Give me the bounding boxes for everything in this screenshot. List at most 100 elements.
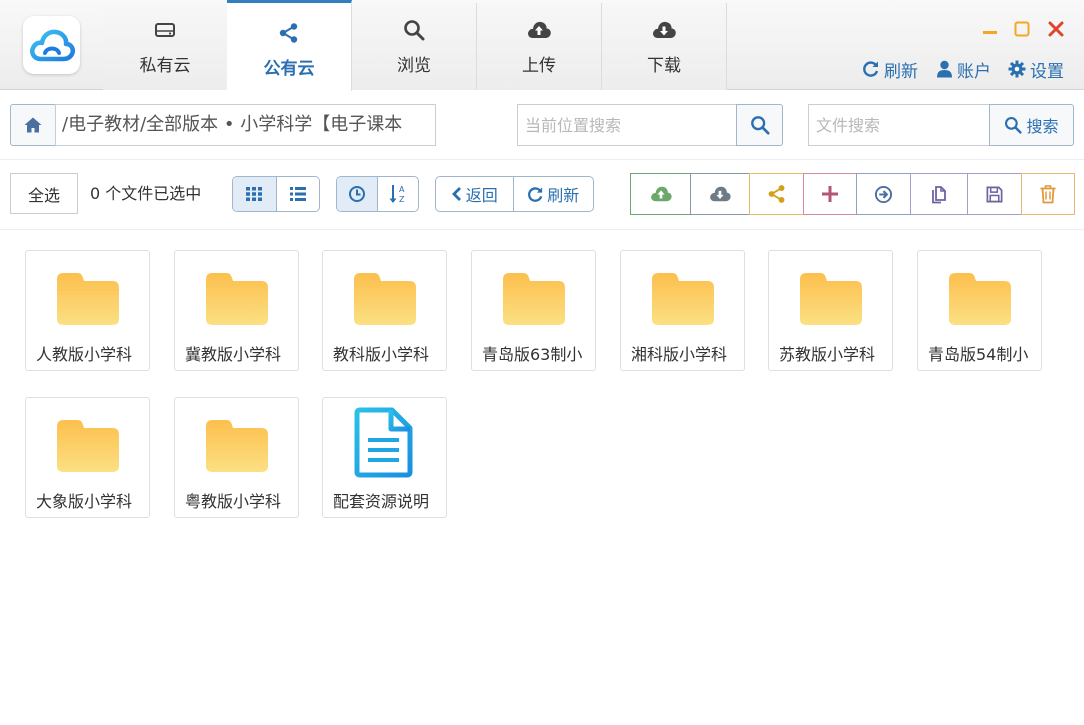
- cloud-upload-icon: [526, 17, 552, 43]
- sort-by-time-button[interactable]: [337, 177, 378, 211]
- tab-private-cloud[interactable]: 私有云: [103, 3, 228, 90]
- close-icon: [1048, 21, 1064, 37]
- document-icon: [323, 407, 446, 478]
- sort-group: AZ: [336, 176, 419, 212]
- search-icon: [1005, 116, 1023, 134]
- file-search-label: 搜索: [1026, 117, 1059, 136]
- new-folder-button[interactable]: [803, 173, 856, 215]
- share-button[interactable]: [749, 173, 803, 215]
- title-bar: 私有云 公有云 浏览 上传 下载 刷新 账户 设置: [0, 0, 1084, 91]
- tab-label: 浏览: [397, 56, 431, 76]
- tab-upload[interactable]: 上传: [477, 3, 602, 90]
- back-label: 返回: [465, 186, 498, 205]
- upload-button[interactable]: [630, 173, 690, 215]
- tab-download[interactable]: 下载: [602, 3, 727, 90]
- save-icon: [986, 186, 1003, 202]
- location-search-button[interactable]: [736, 104, 783, 146]
- file-item[interactable]: 苏教版小学科: [768, 250, 893, 371]
- file-name: 苏教版小学科: [779, 345, 876, 364]
- tab-public-cloud[interactable]: 公有云: [227, 0, 352, 91]
- folder-icon: [175, 265, 298, 327]
- folder-icon: [26, 265, 149, 327]
- maximize-icon: [1014, 21, 1030, 37]
- settings-label: 设置: [1030, 61, 1064, 82]
- refresh-button[interactable]: 刷新: [514, 177, 593, 211]
- tab-label: 私有云: [139, 56, 191, 76]
- file-item[interactable]: 大象版小学科: [25, 397, 150, 518]
- file-search-button[interactable]: 搜索: [989, 104, 1074, 146]
- svg-text:Z: Z: [399, 195, 405, 204]
- home-icon: [24, 117, 42, 133]
- settings-button[interactable]: 设置: [1008, 57, 1064, 82]
- tab-browse[interactable]: 浏览: [352, 3, 477, 90]
- list-view-button[interactable]: [277, 177, 320, 211]
- selection-count: 0 个文件已选中: [90, 184, 202, 203]
- navigation-group: 返回 刷新: [435, 176, 594, 212]
- file-item[interactable]: 冀教版小学科: [174, 250, 299, 371]
- hard-drive-icon: [154, 17, 176, 43]
- refresh-icon: [528, 186, 543, 202]
- tab-label: 下载: [647, 56, 681, 76]
- file-name: 人教版小学科: [36, 345, 133, 364]
- file-item[interactable]: 青岛版54制小: [917, 250, 1042, 371]
- maximize-button[interactable]: [1010, 17, 1034, 41]
- back-button[interactable]: 返回: [436, 177, 514, 211]
- save-button[interactable]: [967, 173, 1021, 215]
- location-search-input[interactable]: [517, 104, 737, 146]
- file-operations: [630, 173, 1075, 215]
- breadcrumb-path[interactable]: /电子教材/全部版本 • 小学科学【电子课本: [55, 104, 436, 146]
- select-all-button[interactable]: 全选: [10, 173, 78, 214]
- folder-icon: [175, 412, 298, 474]
- refresh-icon: [863, 61, 879, 77]
- cloud-upload-icon: [650, 186, 672, 202]
- file-name: 青岛版63制小: [482, 345, 583, 364]
- tab-label: 公有云: [263, 59, 315, 79]
- file-name: 配套资源说明: [333, 492, 430, 511]
- svg-text:A: A: [399, 185, 405, 194]
- gear-icon: [1008, 60, 1026, 78]
- header-refresh-button[interactable]: 刷新: [862, 57, 918, 82]
- sort-by-name-button[interactable]: AZ: [378, 177, 419, 211]
- file-item[interactable]: 人教版小学科: [25, 250, 150, 371]
- minimize-icon: [983, 31, 997, 34]
- file-item[interactable]: 粤教版小学科: [174, 397, 299, 518]
- account-label: 账户: [957, 61, 991, 82]
- file-item[interactable]: 配套资源说明: [322, 397, 447, 518]
- file-name: 冀教版小学科: [185, 345, 282, 364]
- folder-icon: [472, 265, 595, 327]
- cloud-download-icon: [651, 17, 677, 43]
- file-search-input[interactable]: [808, 104, 990, 146]
- folder-icon: [769, 265, 892, 327]
- home-button[interactable]: [10, 104, 56, 146]
- path-bar: /电子教材/全部版本 • 小学科学【电子课本 搜索: [0, 90, 1084, 160]
- list-icon: [289, 187, 306, 201]
- chevron-left-icon: [451, 187, 461, 201]
- download-button[interactable]: [690, 173, 749, 215]
- folder-icon: [918, 265, 1041, 327]
- minimize-button[interactable]: [978, 17, 1002, 41]
- close-button[interactable]: [1044, 17, 1068, 41]
- copy-button[interactable]: [910, 173, 967, 215]
- file-name: 青岛版54制小: [928, 345, 1029, 364]
- file-item[interactable]: 教科版小学科: [322, 250, 447, 371]
- folder-icon: [621, 265, 744, 327]
- grid-icon: [246, 187, 263, 201]
- toolbar: 全选 0 个文件已选中 AZ 返回 刷新: [0, 160, 1084, 230]
- tab-label: 上传: [522, 56, 556, 76]
- file-item[interactable]: 湘科版小学科: [620, 250, 745, 371]
- folder-icon: [26, 412, 149, 474]
- search-icon: [750, 116, 770, 135]
- sort-alpha-icon: AZ: [389, 185, 405, 204]
- delete-button[interactable]: [1021, 173, 1075, 215]
- grid-view-button[interactable]: [233, 177, 277, 211]
- copy-icon: [932, 186, 946, 204]
- file-name: 粤教版小学科: [185, 492, 282, 511]
- cloud-download-icon: [710, 186, 731, 202]
- header-refresh-label: 刷新: [884, 61, 918, 82]
- search-icon: [403, 17, 425, 43]
- user-icon: [937, 60, 952, 78]
- move-button[interactable]: [856, 173, 910, 215]
- account-button[interactable]: 账户: [936, 57, 991, 82]
- file-item[interactable]: 青岛版63制小: [471, 250, 596, 371]
- arrow-circle-right-icon: [874, 185, 893, 203]
